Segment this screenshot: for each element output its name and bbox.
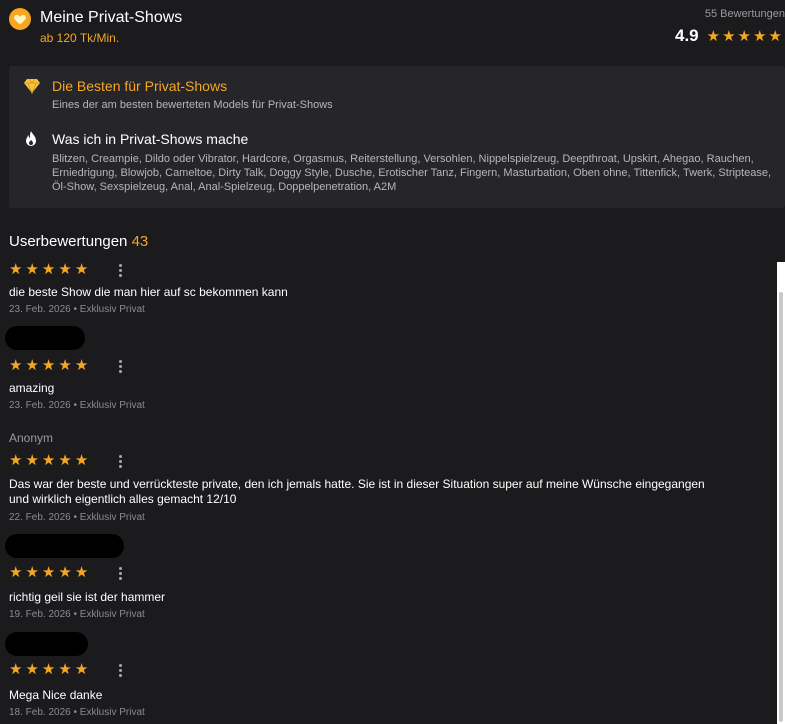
scrollbar-thumb[interactable] xyxy=(779,292,783,722)
review-item: ★ ★ ★ ★ ★ richtig geil sie ist der hammer 19… xyxy=(9,564,769,621)
author-avatar-redacted xyxy=(5,326,85,350)
star-icon: ★ xyxy=(74,452,89,469)
star-icon: ★ xyxy=(74,661,89,678)
star-icon: ★ xyxy=(737,27,751,45)
page-title: Meine Privat-Shows xyxy=(40,9,183,26)
activities-title: Was ich in Privat-Shows mache xyxy=(52,131,249,147)
activities-tags: Blitzen, Creampie, Dildo oder Vibrator, … xyxy=(52,153,772,193)
best-feature-subtitle: Eines der am besten bewerteten Models fü… xyxy=(52,99,333,111)
rating-count: 55 Bewertungen xyxy=(704,8,785,20)
review-item: ★ ★ ★ ★ ★ Mega Nice danke 18. Feb. 2026 • Ex… xyxy=(9,661,769,719)
review-text: amazing xyxy=(9,381,55,395)
review-text: richtig geil sie ist der hammer xyxy=(9,590,166,604)
author-avatar-redacted xyxy=(5,632,88,656)
features-panel: Die Besten für Privat-Shows Eines der am… xyxy=(9,66,785,208)
review-meta: 23. Feb. 2026 • Exklusiv Privat xyxy=(9,400,145,411)
star-icon: ★ xyxy=(74,564,89,581)
star-icon: ★ xyxy=(41,661,56,678)
more-vertical-icon[interactable] xyxy=(114,262,126,278)
reviews-title: Userbewertungen xyxy=(9,233,128,250)
star-icon: ★ xyxy=(41,564,56,581)
star-icon: ★ xyxy=(58,661,72,678)
review-author: Anonym xyxy=(9,431,54,445)
best-feature-title: Die Besten für Privat-Shows xyxy=(52,78,228,94)
rating-stars: ★ ★ ★ ★ ★ xyxy=(707,29,782,44)
star-icon: ★ xyxy=(753,27,767,45)
more-vertical-icon[interactable] xyxy=(114,565,126,581)
star-icon: ★ xyxy=(9,452,23,469)
star-icon: ★ xyxy=(9,661,23,678)
reviews-count: 43 xyxy=(131,233,149,250)
star-icon: ★ xyxy=(25,261,39,278)
overall-rating: 4.9 ★ ★ ★ ★ ★ xyxy=(675,26,782,46)
star-icon: ★ xyxy=(41,357,56,374)
star-icon: ★ xyxy=(9,357,23,374)
private-shows-header: Meine Privat-Shows ab 120 Tk/Min. 55 Bew… xyxy=(0,0,785,60)
star-icon: ★ xyxy=(9,564,23,581)
diamond-icon xyxy=(23,78,41,99)
review-text: Das war der beste und verrückteste priva… xyxy=(9,477,705,506)
more-vertical-icon[interactable] xyxy=(114,453,126,469)
star-icon: ★ xyxy=(41,261,56,278)
review-text: Mega Nice danke xyxy=(9,688,103,702)
star-icon: ★ xyxy=(9,261,23,278)
review-text: die beste Show die man hier auf sc bekom… xyxy=(9,285,288,299)
star-icon: ★ xyxy=(58,452,72,469)
price-per-minute: ab 120 Tk/Min. xyxy=(40,31,120,45)
star-icon: ★ xyxy=(41,452,56,469)
more-vertical-icon[interactable] xyxy=(114,662,126,678)
rating-value: 4.9 xyxy=(675,26,699,45)
heart-coin-icon xyxy=(9,8,31,30)
review-item: ★ ★ ★ ★ ★ die beste Show die man hier auf sc… xyxy=(9,261,769,316)
review-meta: 23. Feb. 2026 • Exklusiv Privat xyxy=(9,304,145,315)
more-vertical-icon[interactable] xyxy=(114,358,126,374)
star-icon: ★ xyxy=(74,357,89,374)
author-avatar-redacted xyxy=(5,534,124,558)
review-meta: 22. Feb. 2026 • Exklusiv Privat xyxy=(9,512,145,523)
star-icon: ★ xyxy=(25,564,39,581)
star-icon: ★ xyxy=(58,261,72,278)
review-meta: 19. Feb. 2026 • Exklusiv Privat xyxy=(9,609,145,620)
star-icon: ★ xyxy=(706,27,721,45)
star-icon: ★ xyxy=(25,452,39,469)
reviews-heading: Userbewertungen 43 xyxy=(9,233,148,250)
star-icon: ★ xyxy=(58,564,72,581)
star-icon: ★ xyxy=(74,261,89,278)
review-item: ★ ★ ★ ★ ★ Das war der beste und verrückteste… xyxy=(9,452,769,524)
star-icon: ★ xyxy=(768,27,782,45)
star-icon: ★ xyxy=(25,357,39,374)
star-icon: ★ xyxy=(25,661,39,678)
flame-icon xyxy=(23,130,39,153)
star-icon: ★ xyxy=(58,357,72,374)
review-item: ★ ★ ★ ★ ★ amazing 23. Feb. 2026 • Exklusiv P… xyxy=(9,357,769,412)
review-meta: 18. Feb. 2026 • Exklusiv Privat xyxy=(9,707,145,718)
star-icon: ★ xyxy=(722,27,736,45)
